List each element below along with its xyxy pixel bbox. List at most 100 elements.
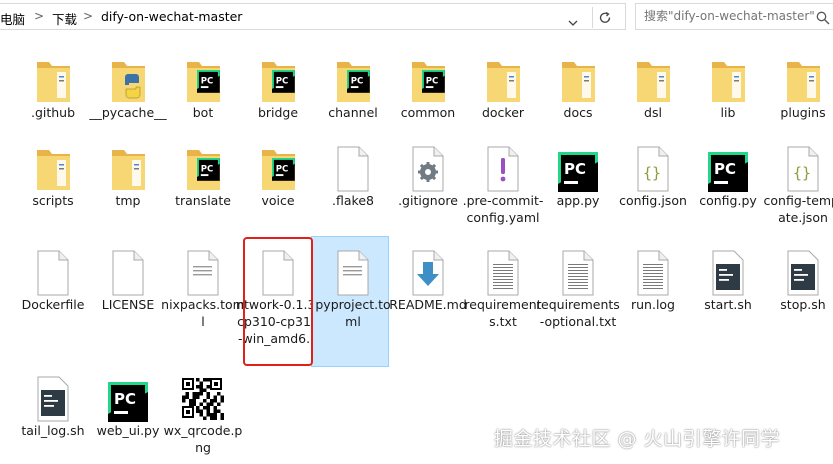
file-name-label: nixpacks.toml — [161, 297, 245, 329]
svg-text:{}: {} — [643, 164, 661, 182]
search-icon[interactable] — [816, 10, 830, 25]
file-name-label: start.sh — [704, 297, 752, 312]
file-name-label: README.md — [389, 297, 467, 312]
folder-pycharm-icon: PC — [165, 140, 241, 192]
svg-text:{}: {} — [793, 164, 811, 182]
svg-text:PC: PC — [426, 76, 439, 86]
breadcrumb-downloads[interactable]: 下载 — [52, 9, 77, 28]
file-name-label: LICENSE — [101, 297, 155, 312]
json-file-icon: {} — [615, 140, 691, 192]
file-item[interactable]: {} config-template.json — [764, 134, 833, 238]
svg-text:PC: PC — [201, 164, 214, 174]
file-item[interactable]: run.log — [615, 238, 691, 342]
file-name-label: .flake8 — [332, 193, 374, 208]
file-name-label: pyproject.toml — [315, 297, 391, 329]
file-name-label: .github — [30, 105, 76, 120]
file-item[interactable]: requirements.txt — [464, 238, 542, 342]
file-item[interactable]: Dockerfile — [15, 238, 91, 342]
chevron-down-icon[interactable] — [567, 13, 579, 26]
file-name-label: web_ui.py — [96, 423, 160, 438]
file-item[interactable]: requirements-optional.txt — [536, 238, 620, 342]
text-file-icon — [165, 244, 241, 296]
folder-icon — [465, 52, 541, 104]
file-item[interactable]: pyproject.toml — [311, 236, 391, 367]
file-item[interactable]: tmp — [90, 134, 166, 238]
svg-text:PC: PC — [201, 76, 214, 86]
file-name-label: wx_qrcode.png — [163, 423, 243, 455]
search-input[interactable] — [644, 9, 814, 23]
file-item[interactable]: {} config.json — [615, 134, 691, 238]
file-item[interactable]: .flake8 — [315, 134, 391, 238]
markdown-download-icon — [390, 244, 466, 296]
file-item[interactable]: .pre-commit-config.yaml — [463, 134, 543, 238]
folder-icon — [690, 52, 766, 104]
file-item[interactable]: stop.sh — [765, 238, 833, 342]
file-name-label: config.json — [619, 193, 687, 208]
shell-script-icon — [765, 244, 833, 296]
file-name-label: lib — [720, 105, 736, 120]
search-box[interactable] — [635, 3, 833, 30]
folder-pycharm-icon: PC — [240, 52, 316, 104]
pycharm-icon: PC — [90, 370, 166, 422]
file-name-label: .pre-commit-config.yaml — [462, 193, 544, 225]
breadcrumb-separator[interactable]: > — [83, 9, 93, 23]
folder-pycharm-icon: PC — [315, 52, 391, 104]
file-item[interactable]: PC voice — [240, 134, 316, 238]
file-item[interactable]: PC config.py — [690, 134, 766, 238]
file-item[interactable]: start.sh — [690, 238, 766, 342]
file-item[interactable]: PC translate — [165, 134, 241, 238]
file-name-label: __pycache__ — [89, 105, 167, 120]
file-name-label: .gitignore — [398, 193, 458, 208]
text-lines-file-icon — [465, 244, 541, 296]
breadcrumb-this-pc[interactable]: 电脑 — [0, 9, 25, 28]
svg-text:PC: PC — [564, 160, 586, 178]
file-name-label: docker — [481, 105, 525, 120]
breadcrumb-current-folder[interactable]: dify-on-wechat-master — [101, 9, 242, 24]
blank-file-icon — [15, 244, 91, 296]
pycharm-icon: PC — [690, 140, 766, 192]
json-file-icon: {} — [765, 140, 833, 192]
folder-pycharm-icon: PC — [165, 52, 241, 104]
shell-script-icon — [690, 244, 766, 296]
file-item[interactable]: nixpacks.toml — [161, 238, 245, 342]
blank-file-icon — [90, 244, 166, 296]
address-box[interactable]: 电脑 > 下载 > dify-on-wechat-master — [0, 3, 626, 30]
pycharm-icon: PC — [540, 140, 616, 192]
text-lines-file-icon — [540, 244, 616, 296]
svg-text:PC: PC — [351, 76, 364, 86]
file-name-label: common — [400, 105, 456, 120]
file-item[interactable]: .gitignore — [390, 134, 466, 238]
refresh-icon[interactable] — [592, 7, 616, 28]
file-item[interactable]: scripts — [15, 134, 91, 238]
address-bar: 电脑 > 下载 > dify-on-wechat-master — [0, 0, 833, 34]
annotation-highlight-box — [243, 237, 313, 366]
blank-file-icon — [315, 140, 391, 192]
file-name-label: bridge — [257, 105, 299, 120]
file-name-label: translate — [175, 193, 231, 208]
exclamation-file-icon — [465, 140, 541, 192]
file-name-label: tmp — [115, 193, 141, 208]
breadcrumb-separator[interactable]: > — [34, 9, 44, 23]
file-item[interactable]: PC app.py — [540, 134, 616, 238]
file-name-label: config.py — [699, 193, 757, 208]
folder-icon — [540, 52, 616, 104]
folder-pycharm-icon: PC — [240, 140, 316, 192]
file-name-label: stop.sh — [780, 297, 826, 312]
shell-script-icon — [15, 370, 91, 422]
file-item[interactable]: wx_qrcode.png — [164, 364, 242, 464]
file-name-label: requirements.txt — [464, 297, 542, 329]
file-item[interactable]: README.md — [389, 238, 467, 342]
file-name-label: requirements-optional.txt — [536, 297, 620, 329]
svg-text:PC: PC — [276, 164, 289, 174]
file-name-label: plugins — [780, 105, 826, 120]
file-name-label: dsl — [644, 105, 662, 120]
file-name-label: channel — [328, 105, 378, 120]
file-item[interactable]: tail_log.sh — [15, 364, 91, 464]
file-name-label: bot — [192, 105, 214, 120]
file-name-label: docs — [563, 105, 593, 120]
file-name-label: config-template.json — [763, 193, 833, 225]
folder-python-icon — [90, 52, 166, 104]
file-item[interactable]: LICENSE — [90, 238, 166, 342]
file-item[interactable]: PC web_ui.py — [90, 364, 166, 464]
folder-icon — [15, 52, 91, 104]
